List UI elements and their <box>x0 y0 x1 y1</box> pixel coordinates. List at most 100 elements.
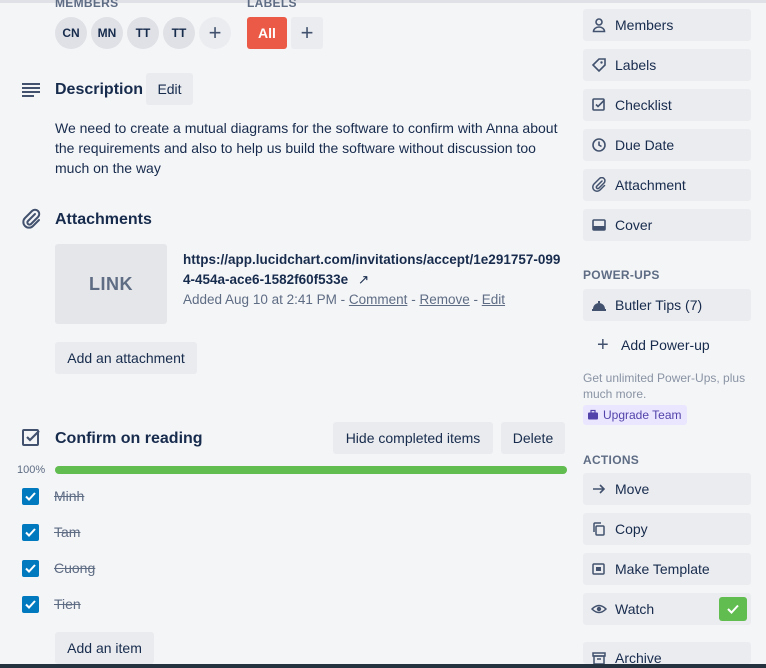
check-icon <box>25 564 36 573</box>
butler-tips-button[interactable]: Butler Tips (7) <box>583 289 751 321</box>
hide-completed-button[interactable]: Hide completed items <box>333 422 493 454</box>
progress-percent: 100% <box>17 464 46 476</box>
arrow-right-icon <box>593 484 606 494</box>
actions-heading: ACTIONS <box>583 453 640 467</box>
checkbox[interactable] <box>22 596 39 613</box>
sidebar-button-label: Labels <box>615 57 657 73</box>
add-powerup-button[interactable]: + Add Power-up <box>583 329 751 361</box>
checklist-item-text[interactable]: Tien <box>54 596 81 612</box>
template-icon <box>592 563 605 575</box>
attachment-url[interactable]: https://app.lucidchart.com/invitations/a… <box>183 252 560 287</box>
powerups-heading: POWER-UPS <box>583 268 660 282</box>
avatar[interactable]: TT <box>163 17 195 49</box>
sidebar-members-button[interactable]: Members <box>583 9 751 41</box>
plus-icon: + <box>208 20 222 45</box>
description-text[interactable]: We need to create a mutual diagrams for … <box>55 118 570 178</box>
plus-icon: + <box>597 334 609 356</box>
tag-icon <box>591 58 606 73</box>
checkbox[interactable] <box>22 488 39 505</box>
separator: - <box>340 292 346 307</box>
avatar[interactable]: TT <box>127 17 159 49</box>
add-member-button[interactable]: + <box>199 17 231 49</box>
edit-description-button[interactable]: Edit <box>146 73 193 105</box>
sidebar-checklist-button[interactable]: Checklist <box>583 89 751 121</box>
sidebar-button-label: Archive <box>615 650 662 664</box>
butler-bell-icon <box>592 301 606 311</box>
avatar[interactable]: MN <box>91 17 123 49</box>
comment-link[interactable]: Comment <box>349 292 408 307</box>
checklist-item-text[interactable]: Tam <box>54 524 80 540</box>
copy-button[interactable]: Copy <box>583 513 751 545</box>
checklist-item[interactable]: Tien <box>20 594 570 618</box>
checkbox[interactable] <box>22 524 39 541</box>
progress-fill <box>55 466 567 474</box>
edit-link[interactable]: Edit <box>482 292 505 307</box>
sidebar-button-label: Move <box>615 481 650 497</box>
sidebar-button-label: Butler Tips (7) <box>615 297 703 313</box>
cover-icon <box>592 219 606 231</box>
person-icon <box>592 18 606 33</box>
watch-active-badge <box>719 597 747 621</box>
bottom-border <box>0 664 766 668</box>
checklist-item[interactable]: Tam <box>20 522 570 546</box>
sidebar-button-label: Copy <box>615 521 648 537</box>
delete-checklist-button[interactable]: Delete <box>501 422 565 454</box>
add-attachment-button[interactable]: Add an attachment <box>55 342 197 374</box>
checklist-icon <box>22 429 40 446</box>
sidebar-button-label: Members <box>615 17 674 33</box>
upgrade-team-label: Upgrade Team <box>603 408 682 422</box>
external-link-icon[interactable]: ↗ <box>358 272 369 287</box>
labels-heading: LABELS <box>247 0 297 10</box>
checklist-item-text[interactable]: Minh <box>54 488 84 504</box>
avatar[interactable]: CN <box>55 17 87 49</box>
sidebar-attachment-button[interactable]: Attachment <box>583 169 751 201</box>
eye-icon <box>591 604 607 614</box>
sidebar-button-label: Cover <box>615 217 653 233</box>
check-icon <box>25 492 36 501</box>
description-title: Description <box>55 81 144 98</box>
archive-icon <box>592 652 606 664</box>
sidebar-button-label: Due Date <box>615 137 675 153</box>
checklist-icon <box>592 98 605 111</box>
check-icon <box>25 528 36 537</box>
remove-link[interactable]: Remove <box>419 292 469 307</box>
sidebar-button-label: Watch <box>615 601 655 617</box>
check-icon <box>25 600 36 609</box>
progress-bar <box>55 466 567 474</box>
upgrade-team-button[interactable]: Upgrade Team <box>583 405 687 425</box>
attachment-thumbnail[interactable]: LINK <box>55 244 167 324</box>
copy-icon <box>593 522 605 536</box>
add-label-button[interactable]: + <box>291 17 323 49</box>
plus-icon: + <box>300 20 314 45</box>
sidebar-cover-button[interactable]: Cover <box>583 209 751 241</box>
sidebar-due-date-button[interactable]: Due Date <box>583 129 751 161</box>
move-button[interactable]: Move <box>583 473 751 505</box>
checklist-item-text[interactable]: Cuong <box>54 560 95 576</box>
paperclip-icon <box>592 177 606 192</box>
checklist-item[interactable]: Cuong <box>20 558 570 582</box>
attachment-link[interactable]: https://app.lucidchart.com/invitations/a… <box>183 250 563 290</box>
sidebar-labels-button[interactable]: Labels <box>583 49 751 81</box>
sidebar-button-label: Attachment <box>615 177 686 193</box>
clock-icon <box>592 138 606 152</box>
separator: - <box>411 292 416 307</box>
powerups-note: Get unlimited Power-Ups, plus much more. <box>583 371 746 401</box>
label-chip[interactable]: All <box>247 17 287 49</box>
checklist-title: Confirm on reading <box>55 430 203 447</box>
add-item-button[interactable]: Add an item <box>55 632 154 664</box>
separator: - <box>473 292 479 307</box>
checklist-item[interactable]: Minh <box>20 486 570 510</box>
description-icon <box>22 83 40 97</box>
attachments-title: Attachments <box>55 211 152 228</box>
paperclip-icon <box>22 208 41 229</box>
members-heading: MEMBERS <box>55 0 119 10</box>
briefcase-icon <box>588 409 598 420</box>
make-template-button[interactable]: Make Template <box>583 553 751 585</box>
checkbox[interactable] <box>22 560 39 577</box>
check-icon <box>727 604 739 614</box>
sidebar-button-label: Make Template <box>615 561 710 577</box>
attachment-meta: Added Aug 10 at 2:41 PM - Comment - Remo… <box>183 292 505 307</box>
archive-button[interactable]: Archive <box>583 642 751 664</box>
sidebar-button-label: Checklist <box>615 97 672 113</box>
attachment-added: Added Aug 10 at 2:41 PM <box>183 292 337 307</box>
